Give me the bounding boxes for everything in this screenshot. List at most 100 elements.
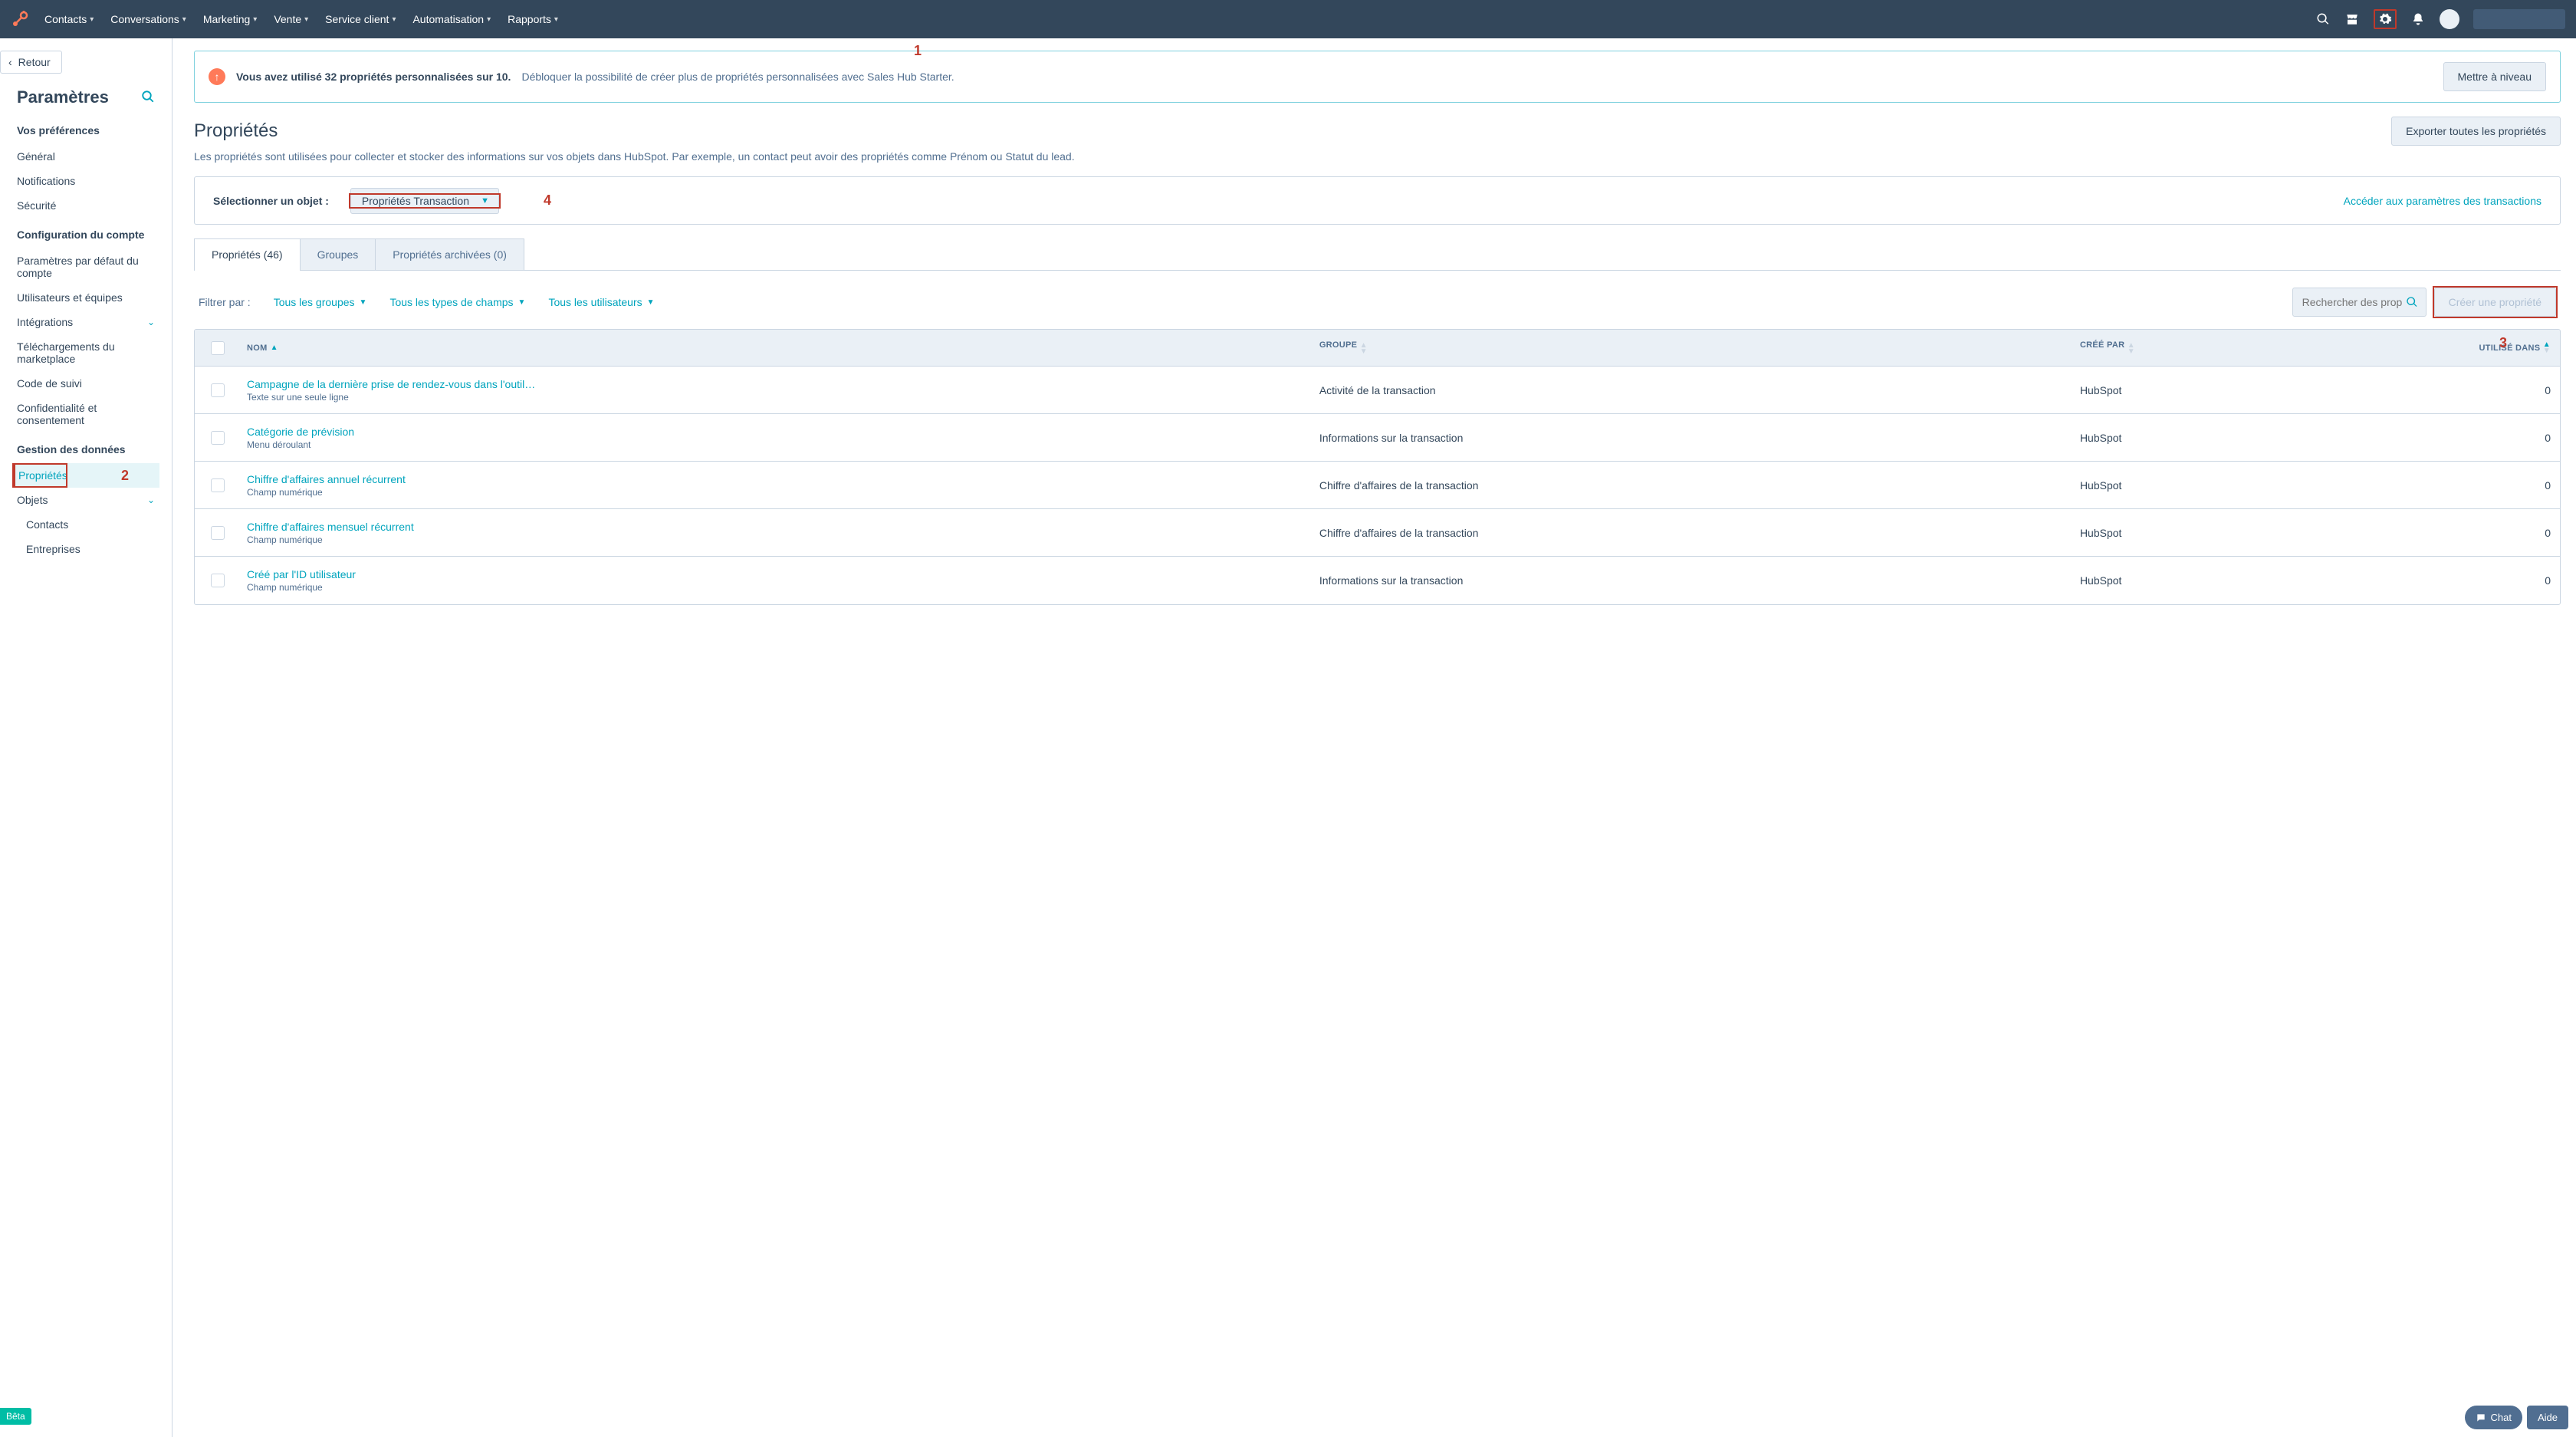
sidebar-section: Vos préférences bbox=[0, 113, 172, 136]
property-search[interactable] bbox=[2292, 288, 2426, 317]
upgrade-icon: ↑ bbox=[209, 68, 225, 85]
page-title: Propriétés bbox=[194, 120, 278, 142]
property-name-link[interactable]: Chiffre d'affaires annuel récurrent bbox=[247, 473, 406, 485]
chevron-down-icon: ▾ bbox=[253, 15, 257, 24]
tab[interactable]: Propriétés archivées (0) bbox=[375, 238, 524, 270]
property-type: Champ numérique bbox=[247, 487, 406, 498]
sidebar-item[interactable]: Confidentialité et consentement bbox=[0, 396, 172, 432]
nav-item[interactable]: Contacts▾ bbox=[44, 13, 94, 25]
nav-item[interactable]: Service client▾ bbox=[325, 13, 396, 25]
sidebar-item[interactable]: Paramètres par défaut du compte bbox=[0, 248, 172, 285]
sidebar-section-heading: Configuration du compte bbox=[17, 229, 155, 241]
upgrade-button[interactable]: Mettre à niveau bbox=[2443, 62, 2547, 91]
filter-groups[interactable]: Tous les groupes ▼ bbox=[274, 296, 367, 308]
caret-down-icon: ▼ bbox=[360, 298, 367, 307]
object-select[interactable]: Propriétés Transaction ▼ bbox=[350, 188, 499, 214]
settings-icon-highlighted bbox=[2374, 9, 2397, 29]
property-used-in: 0 bbox=[2460, 564, 2560, 597]
sidebar-item[interactable]: Propriétés bbox=[12, 463, 159, 488]
table-row: Campagne de la dernière prise de rendez-… bbox=[195, 367, 2560, 414]
row-checkbox[interactable] bbox=[211, 431, 225, 445]
row-checkbox[interactable] bbox=[211, 478, 225, 492]
sidebar-section: Gestion des données bbox=[0, 432, 172, 455]
property-name-link[interactable]: Campagne de la dernière prise de rendez-… bbox=[247, 378, 538, 390]
property-type: Champ numérique bbox=[247, 534, 414, 545]
nav-item[interactable]: Conversations▾ bbox=[110, 13, 186, 25]
sidebar-item[interactable]: Général bbox=[0, 144, 172, 169]
page: ‹ Retour Paramètres Vos préférencesGénér… bbox=[0, 38, 2576, 1437]
nav-item[interactable]: Marketing▾ bbox=[203, 13, 258, 25]
sidebar-item[interactable]: Contacts bbox=[0, 512, 172, 537]
row-checkbox[interactable] bbox=[211, 574, 225, 587]
sidebar-item[interactable]: Utilisateurs et équipes bbox=[0, 285, 172, 310]
property-group: Informations sur la transaction bbox=[1313, 421, 2074, 455]
upgrade-alert: ↑ Vous avez utilisé 32 propriétés person… bbox=[194, 51, 2561, 103]
sidebar-section-heading: Vos préférences bbox=[17, 124, 155, 136]
back-button[interactable]: ‹ Retour bbox=[0, 51, 62, 74]
filter-field-types-label: Tous les types de champs bbox=[389, 296, 513, 308]
export-button[interactable]: Exporter toutes les propriétés bbox=[2391, 117, 2561, 146]
filter-field-types[interactable]: Tous les types de champs ▼ bbox=[389, 296, 525, 308]
col-name-header[interactable]: NOM▲ bbox=[241, 333, 1313, 363]
property-type: Menu déroulant bbox=[247, 439, 354, 450]
sidebar-item[interactable]: Intégrations⌄ bbox=[0, 310, 172, 334]
hubspot-logo-icon[interactable] bbox=[11, 10, 29, 28]
marketplace-icon[interactable] bbox=[2344, 12, 2360, 27]
caret-down-icon: ▼ bbox=[518, 298, 526, 307]
caret-down-icon: ▼ bbox=[647, 298, 655, 307]
chevron-down-icon: ▾ bbox=[304, 15, 308, 24]
select-all-checkbox[interactable] bbox=[211, 341, 225, 355]
object-settings-link[interactable]: Accéder aux paramètres des transactions bbox=[2344, 195, 2542, 207]
property-name-link[interactable]: Catégorie de prévision bbox=[247, 426, 354, 438]
filter-groups-label: Tous les groupes bbox=[274, 296, 355, 308]
nav-item[interactable]: Rapports▾ bbox=[508, 13, 558, 25]
property-group: Chiffre d'affaires de la transaction bbox=[1313, 516, 2074, 550]
row-checkbox[interactable] bbox=[211, 526, 225, 540]
sort-asc-icon: ▲ bbox=[271, 345, 278, 351]
notifications-icon[interactable] bbox=[2410, 12, 2426, 27]
tab[interactable]: Groupes bbox=[300, 238, 376, 270]
sidebar-item[interactable]: Sécurité bbox=[0, 193, 172, 218]
filter-label: Filtrer par : bbox=[199, 296, 251, 308]
nav-item[interactable]: Automatisation▾ bbox=[412, 13, 491, 25]
help-pill[interactable]: Aide bbox=[2527, 1406, 2568, 1429]
create-property-button[interactable]: Créer une propriété bbox=[2434, 288, 2556, 317]
col-created-by-header[interactable]: CRÉÉ PAR ▲▼ bbox=[2074, 330, 2460, 366]
gear-icon[interactable] bbox=[2377, 12, 2393, 27]
filter-users[interactable]: Tous les utilisateurs▼ bbox=[548, 296, 654, 308]
back-label: Retour bbox=[18, 56, 51, 68]
chat-pill[interactable]: Chat bbox=[2465, 1406, 2522, 1429]
sidebar-search-icon[interactable] bbox=[141, 90, 155, 106]
settings-sidebar: ‹ Retour Paramètres Vos préférencesGénér… bbox=[0, 38, 172, 1437]
property-name-link[interactable]: Créé par l'ID utilisateur bbox=[247, 568, 356, 580]
tabs: Propriétés (46)GroupesPropriétés archivé… bbox=[194, 238, 2561, 271]
top-nav: Contacts▾ Conversations▾ Marketing▾ Vente▾ S… bbox=[0, 0, 2576, 38]
tab[interactable]: Propriétés (46) bbox=[194, 238, 301, 270]
row-checkbox[interactable] bbox=[211, 383, 225, 397]
sidebar-item[interactable]: Téléchargements du marketplace bbox=[0, 334, 172, 371]
sidebar-item[interactable]: Notifications bbox=[0, 169, 172, 193]
chevron-down-icon: ▾ bbox=[182, 15, 186, 24]
property-created-by: HubSpot bbox=[2074, 373, 2460, 407]
property-used-in: 0 bbox=[2460, 516, 2560, 550]
sort-icon: ▲▼ bbox=[1360, 343, 1368, 355]
chevron-down-icon: ⌄ bbox=[147, 317, 155, 327]
property-name-link[interactable]: Chiffre d'affaires mensuel récurrent bbox=[247, 521, 414, 533]
main-content: ↑ Vous avez utilisé 32 propriétés person… bbox=[172, 38, 2576, 1437]
search-icon[interactable] bbox=[2315, 12, 2331, 27]
sidebar-section: Configuration du compte bbox=[0, 218, 172, 241]
property-group: Activité de la transaction bbox=[1313, 373, 2074, 407]
chevron-down-icon: ▾ bbox=[554, 15, 558, 24]
col-group-header[interactable]: GROUPE ▲▼ bbox=[1313, 330, 2074, 366]
table-row: Créé par l'ID utilisateurChamp numérique… bbox=[195, 557, 2560, 604]
sidebar-item[interactable]: Entreprises bbox=[0, 537, 172, 561]
beta-badge[interactable]: Bêta bbox=[0, 1408, 31, 1425]
account-menu[interactable] bbox=[2473, 9, 2565, 29]
sidebar-item[interactable]: Code de suivi bbox=[0, 371, 172, 396]
col-used-in-header[interactable]: UTILISÉ DANS ▲▼ bbox=[2460, 331, 2560, 365]
table-row: Chiffre d'affaires mensuel récurrentCham… bbox=[195, 509, 2560, 557]
avatar[interactable] bbox=[2440, 9, 2459, 29]
sidebar-item[interactable]: Objets⌄ bbox=[0, 488, 172, 512]
property-search-input[interactable] bbox=[2301, 295, 2406, 309]
nav-item[interactable]: Vente▾ bbox=[274, 13, 308, 25]
